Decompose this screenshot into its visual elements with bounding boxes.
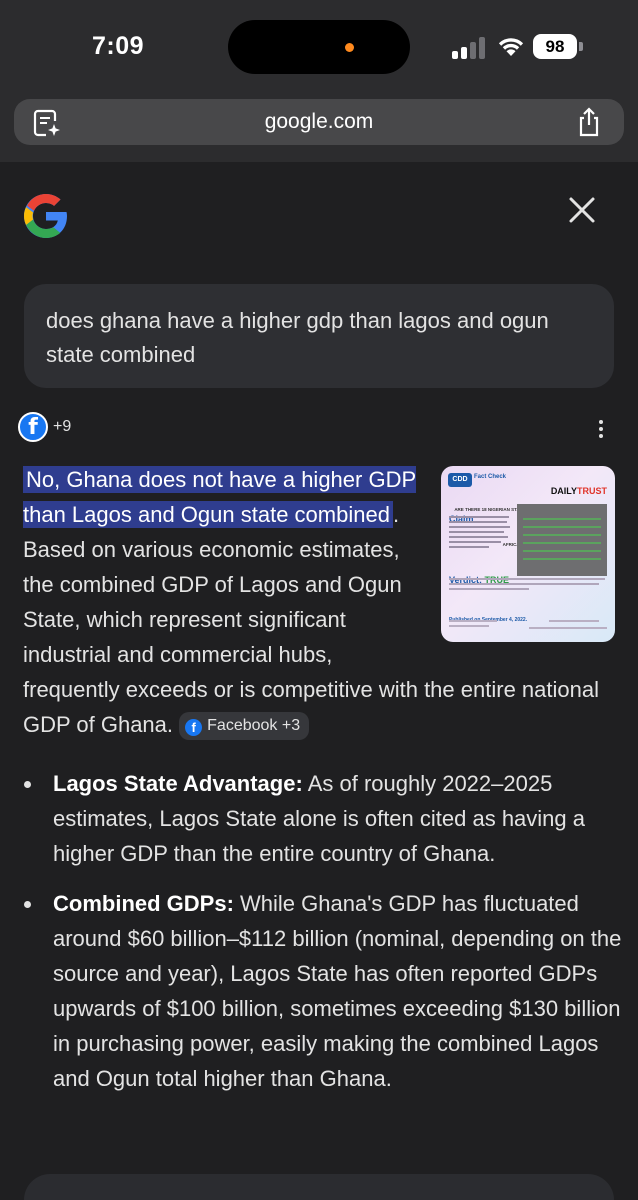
- status-time: 7:09: [92, 32, 145, 60]
- bullet-title: Combined GDPs:: [53, 891, 234, 916]
- share-icon[interactable]: [576, 107, 602, 137]
- bullet-text: While Ghana's GDP has fluctuated around …: [53, 891, 622, 1091]
- list-item: Lagos State Advantage: As of roughly 202…: [23, 766, 623, 871]
- thumb-cdd-logo: CDD: [448, 473, 472, 487]
- answer-bullets: Lagos State Advantage: As of roughly 202…: [23, 766, 623, 1111]
- thumb-footer: [449, 618, 607, 636]
- bullet-title: Lagos State Advantage:: [53, 771, 303, 796]
- browser-toolbar: google.com: [0, 92, 638, 162]
- list-item: Combined GDPs: While Ghana's GDP has flu…: [23, 886, 623, 1096]
- search-results: does ghana have a higher gdp than lagos …: [0, 162, 638, 1200]
- google-logo[interactable]: [22, 192, 70, 240]
- battery-icon: 98: [533, 34, 577, 59]
- wifi-icon: [498, 38, 524, 56]
- source-thumbnail[interactable]: CDD Fact Check DAILYTRUST ARE THERE 18 N…: [441, 466, 615, 642]
- sources-count: +9: [53, 418, 72, 435]
- close-icon[interactable]: [566, 194, 598, 226]
- url-text: google.com: [264, 110, 374, 133]
- ai-overview-answer: CDD Fact Check DAILYTRUST ARE THERE 18 N…: [23, 462, 615, 742]
- address-bar[interactable]: google.com: [14, 99, 624, 145]
- thumb-claim-text: [449, 516, 511, 551]
- dynamic-island: [228, 20, 410, 74]
- cellular-signal-icon: [452, 37, 488, 59]
- facebook-icon: f: [185, 719, 203, 736]
- battery-tip: [579, 42, 583, 51]
- facebook-icon: f: [18, 412, 48, 442]
- status-bar: 7:09 98: [0, 0, 638, 92]
- more-vert-icon[interactable]: [596, 420, 606, 442]
- recording-indicator: [345, 43, 354, 52]
- thumb-fact-check: Fact Check: [474, 474, 507, 480]
- answer-highlight: No, Ghana does not have a higher GDP tha…: [23, 466, 417, 528]
- thumb-verdict-text: [449, 578, 607, 593]
- citation-label: Facebook +3: [207, 717, 301, 734]
- citation-chip[interactable]: f Facebook +3: [179, 712, 310, 740]
- search-query[interactable]: does ghana have a higher gdp than lagos …: [24, 284, 614, 388]
- thumb-table-image: [517, 504, 607, 576]
- bottom-card: [24, 1174, 614, 1200]
